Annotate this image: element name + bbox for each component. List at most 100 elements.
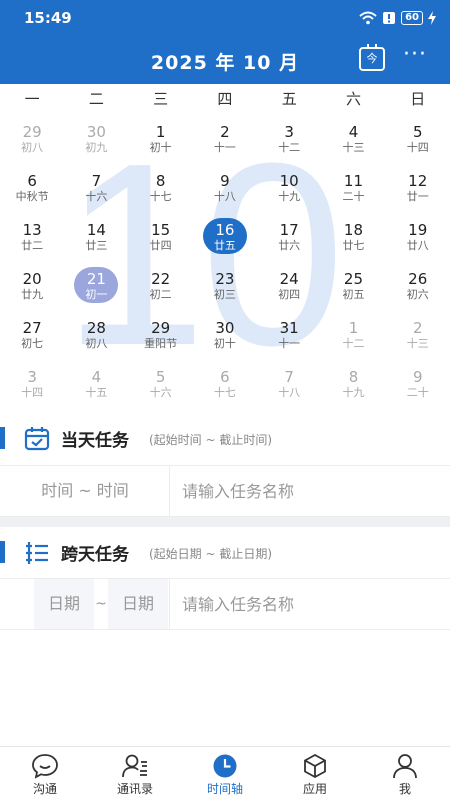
- day-number: 30: [86, 123, 106, 141]
- day-number: 3: [27, 368, 37, 386]
- calendar-day[interactable]: 3 十二: [257, 116, 321, 165]
- calendar-day[interactable]: 7 十六: [64, 165, 128, 214]
- lunar-date: 初七: [21, 337, 44, 350]
- calendar-day[interactable]: 3 十四: [0, 361, 64, 410]
- calendar-day[interactable]: 22 初二: [129, 263, 193, 312]
- calendar-day[interactable]: 27 初七: [0, 312, 64, 361]
- lunar-date: 初八: [85, 337, 108, 350]
- lunar-date: 廿一: [406, 190, 429, 203]
- calendar-day[interactable]: 15 廿四: [129, 214, 193, 263]
- calendar-day[interactable]: 4 十三: [321, 116, 385, 165]
- calendar-day[interactable]: 13 廿二: [0, 214, 64, 263]
- calendar-day[interactable]: 30 初十: [193, 312, 257, 361]
- calendar-day[interactable]: 4 十五: [64, 361, 128, 410]
- calendar-day[interactable]: 7 十八: [257, 361, 321, 410]
- tab-contacts[interactable]: 通讯录: [90, 747, 180, 800]
- time-range-picker[interactable]: 时间 ~ 时间: [0, 466, 170, 516]
- calendar-day[interactable]: 23 初三: [193, 263, 257, 312]
- calendar-day[interactable]: 20 廿九: [0, 263, 64, 312]
- day-number: 4: [91, 368, 102, 386]
- tab-label: 应用: [302, 782, 327, 796]
- calendar-day[interactable]: 24 初四: [257, 263, 321, 312]
- cross-task-name-input[interactable]: [171, 579, 450, 629]
- day-number: 8: [348, 368, 359, 386]
- tab-label: 沟通: [32, 782, 57, 796]
- calendar-day[interactable]: 9 十八: [193, 165, 257, 214]
- calendar-day[interactable]: 17 廿六: [257, 214, 321, 263]
- weekday-label: 二: [88, 90, 104, 108]
- calendar-day[interactable]: 14 廿三: [64, 214, 128, 263]
- day-number: 23: [215, 270, 235, 288]
- calendar-day[interactable]: 6 十七: [193, 361, 257, 410]
- battery-level: 60: [401, 11, 423, 25]
- lunar-date: 中秋节: [15, 190, 49, 203]
- calendar-day[interactable]: 26 初六: [386, 263, 450, 312]
- calendar-day[interactable]: 28 初八: [64, 312, 128, 361]
- day-number: 6: [27, 172, 37, 190]
- calendar-day[interactable]: 29 重阳节: [129, 312, 193, 361]
- calendar-day[interactable]: 1 十二: [321, 312, 385, 361]
- day-task-input-row: 时间 ~ 时间: [0, 465, 450, 517]
- section-accent-bar: [0, 427, 5, 449]
- day-number: 29: [22, 123, 42, 141]
- calendar-day[interactable]: 19 廿八: [386, 214, 450, 263]
- day-task-name-input[interactable]: [171, 466, 450, 516]
- day-number: 28: [86, 319, 106, 337]
- calendar-day[interactable]: 29 初八: [0, 116, 64, 165]
- calendar-day[interactable]: 8 十九: [321, 361, 385, 410]
- calendar-day-today[interactable]: 21 初一: [64, 263, 128, 312]
- lunar-date: 十九: [342, 386, 365, 399]
- lunar-date: 二十: [406, 386, 429, 399]
- tab-me[interactable]: 我: [360, 747, 450, 800]
- calendar-day[interactable]: 5 十四: [386, 116, 450, 165]
- day-number: 31: [279, 319, 299, 337]
- contacts-icon: [122, 754, 147, 778]
- lunar-date: 十二: [278, 141, 301, 154]
- time-range-text: 时间 ~ 时间: [41, 481, 129, 500]
- calendar-day[interactable]: 11 二十: [321, 165, 385, 214]
- calendar-day[interactable]: 2 十三: [386, 312, 450, 361]
- tab-label: 通讯录: [116, 782, 153, 796]
- day-task-hint: (起始时间 ~ 截止时间): [149, 433, 273, 447]
- calendar-day[interactable]: 6 中秋节: [0, 165, 64, 214]
- tab-apps[interactable]: 应用: [270, 747, 360, 800]
- calendar-day[interactable]: 2 十一: [193, 116, 257, 165]
- calendar-day[interactable]: 30 初九: [64, 116, 128, 165]
- status-time: 15:49: [24, 9, 72, 27]
- calendar-day[interactable]: 8 十七: [129, 165, 193, 214]
- lunar-date: 廿六: [278, 239, 301, 252]
- day-number: 25: [343, 270, 363, 288]
- lunar-date: 十八: [213, 190, 236, 203]
- cross-task-title: 跨天任务: [61, 545, 129, 565]
- apps-cube-icon: [304, 753, 326, 779]
- lunar-date: 初四: [278, 288, 301, 301]
- lunar-date: 初六: [406, 288, 429, 301]
- calendar-day-selected[interactable]: 16 廿五: [193, 214, 257, 263]
- more-button[interactable]: ···: [398, 44, 432, 72]
- today-button[interactable]: 今: [359, 44, 385, 71]
- section-accent-bar: [0, 541, 5, 563]
- calendar-day[interactable]: 18 廿七: [321, 214, 385, 263]
- tab-communicate[interactable]: 沟通: [0, 747, 90, 800]
- lunar-date: 初九: [85, 141, 108, 154]
- alert-icon: [383, 12, 396, 24]
- weekday-label: 六: [345, 90, 361, 108]
- day-number: 5: [155, 368, 166, 386]
- cross-task-hint: (起始日期 ~ 截止日期): [149, 547, 273, 561]
- end-date-field[interactable]: 日期: [108, 579, 168, 629]
- lunar-date: 十三: [406, 337, 429, 350]
- lunar-date: 十四: [21, 386, 44, 399]
- calendar-day[interactable]: 10 十九: [257, 165, 321, 214]
- calendar-day[interactable]: 5 十六: [129, 361, 193, 410]
- calendar-day[interactable]: 12 廿一: [386, 165, 450, 214]
- calendar-day[interactable]: 25 初五: [321, 263, 385, 312]
- charging-icon: [428, 11, 436, 25]
- tab-timeline[interactable]: 时间轴: [180, 747, 270, 800]
- calendar-day[interactable]: 31 十一: [257, 312, 321, 361]
- weekday-label: 三: [153, 90, 169, 108]
- lunar-date: 十九: [278, 190, 301, 203]
- calendar-day[interactable]: 1 初十: [129, 116, 193, 165]
- section-divider: [0, 517, 450, 527]
- calendar-day[interactable]: 9 二十: [386, 361, 450, 410]
- start-date-field[interactable]: 日期: [34, 579, 94, 629]
